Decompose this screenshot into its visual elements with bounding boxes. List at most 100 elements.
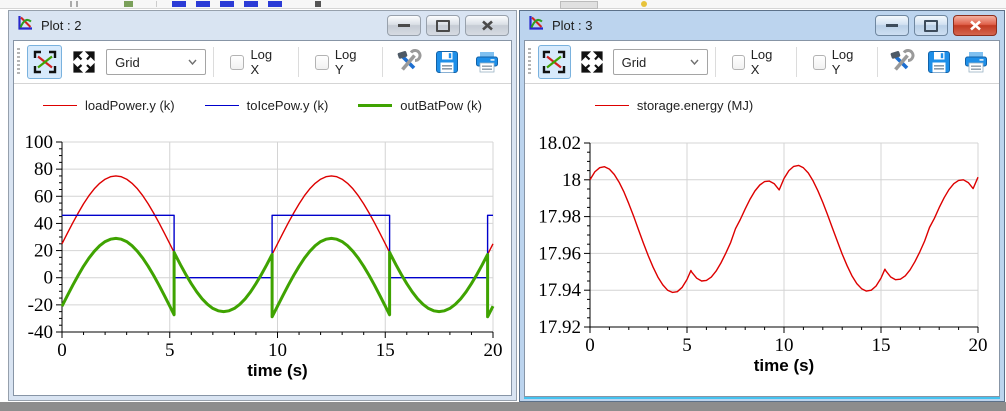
tools-icon	[887, 48, 915, 76]
toolbar-separator	[382, 47, 383, 77]
svg-text:60: 60	[34, 186, 53, 207]
svg-text:17.94: 17.94	[538, 280, 581, 301]
minimize-button[interactable]	[875, 15, 909, 36]
maximize-icon	[924, 20, 938, 32]
svg-text:20: 20	[484, 340, 503, 361]
log-y-checkbox[interactable]	[315, 55, 329, 70]
background-deco	[641, 1, 647, 7]
legend-item: loadPower.y (k)	[43, 98, 175, 113]
svg-text:0: 0	[585, 335, 595, 356]
background-deco	[70, 1, 72, 7]
svg-text:18: 18	[562, 170, 581, 191]
plot-toolbar: Grid Log X Log Y	[14, 41, 511, 84]
pan-button[interactable]	[66, 45, 102, 79]
svg-text:100: 100	[25, 132, 54, 153]
background-deco	[244, 1, 258, 7]
titlebar[interactable]: Plot : 2	[13, 11, 512, 40]
log-x-checkbox[interactable]	[732, 55, 745, 70]
window-title: Plot : 2	[41, 18, 380, 33]
grid-mode-select[interactable]: Grid	[106, 49, 206, 75]
plot-setup-button[interactable]	[884, 45, 918, 79]
plot-canvas[interactable]: 0510152017.9217.9417.9617.981818.02time …	[525, 128, 1001, 390]
close-button[interactable]	[465, 15, 509, 36]
background-window-sliver	[0, 0, 1006, 9]
toolbar-drag-handle[interactable]	[17, 48, 20, 76]
legend-item: toIcePow.y (k)	[205, 98, 329, 113]
pan-arrows-icon	[71, 49, 97, 75]
auto-scale-button[interactable]	[538, 45, 572, 79]
plot-window-3: Plot : 3	[519, 10, 1005, 402]
svg-text:5: 5	[682, 335, 692, 356]
maximize-button[interactable]	[426, 15, 460, 36]
save-button[interactable]	[922, 45, 956, 79]
plot-setup-button[interactable]	[390, 45, 426, 79]
log-x-label: Log X	[751, 47, 780, 77]
grid-mode-value: Grid	[622, 55, 647, 70]
chevron-down-icon	[690, 59, 699, 65]
maximize-button[interactable]	[914, 15, 948, 36]
plot-area: loadPower.y (k) toIcePow.y (k) outBatPow…	[14, 84, 511, 395]
app-plot-icon	[527, 14, 545, 37]
close-button[interactable]	[953, 15, 997, 36]
plot-area: storage.energy (MJ) 0510152017.9217.9417…	[525, 84, 999, 396]
background-deco	[315, 1, 321, 7]
printer-icon	[473, 48, 501, 76]
close-icon	[481, 20, 494, 31]
plot-toolbar: Grid Log X Log Y	[525, 41, 999, 84]
minimize-icon	[398, 24, 410, 27]
grid-mode-value: Grid	[115, 55, 140, 70]
minimize-button[interactable]	[387, 15, 421, 36]
toolbar-drag-handle[interactable]	[528, 48, 531, 76]
grid-mode-select[interactable]: Grid	[613, 49, 708, 75]
background-deco	[156, 1, 157, 7]
chevron-down-icon	[188, 59, 197, 65]
legend-line-sample	[595, 105, 629, 106]
desktop-background	[0, 402, 1006, 411]
svg-text:80: 80	[34, 159, 53, 180]
legend-line-sample	[43, 105, 77, 106]
svg-text:15: 15	[376, 340, 395, 361]
svg-text:0: 0	[44, 268, 54, 289]
auto-scale-icon	[32, 49, 58, 75]
legend-label: loadPower.y (k)	[85, 98, 175, 113]
svg-text:17.98: 17.98	[538, 207, 581, 228]
auto-scale-button[interactable]	[27, 45, 63, 79]
background-deco	[124, 1, 133, 7]
svg-text:0: 0	[57, 340, 67, 361]
plot-legend: storage.energy (MJ)	[437, 98, 911, 113]
log-x-checkbox[interactable]	[230, 55, 244, 70]
toolbar-separator	[715, 47, 716, 77]
titlebar[interactable]: Plot : 3	[524, 11, 1000, 40]
svg-text:time (s): time (s)	[754, 356, 814, 375]
background-deco	[196, 1, 210, 7]
log-y-label: Log Y	[832, 47, 861, 77]
save-button[interactable]	[430, 45, 466, 79]
pan-button[interactable]	[575, 45, 609, 79]
svg-text:17.92: 17.92	[538, 317, 581, 338]
print-button[interactable]	[469, 45, 505, 79]
toolbar-separator	[877, 47, 878, 77]
svg-text:-40: -40	[28, 322, 53, 343]
background-deco	[560, 1, 598, 9]
auto-scale-icon	[541, 49, 567, 75]
plot-canvas[interactable]: 05101520-40-20020406080100time (s)	[14, 128, 513, 390]
log-y-checkbox[interactable]	[813, 55, 826, 70]
pan-arrows-icon	[579, 49, 605, 75]
background-deco	[172, 1, 186, 7]
toolbar-separator	[213, 47, 214, 77]
svg-text:10: 10	[775, 335, 794, 356]
svg-text:5: 5	[165, 340, 175, 361]
legend-label: toIcePow.y (k)	[247, 98, 329, 113]
background-deco	[268, 1, 282, 7]
toolbar-separator	[298, 47, 299, 77]
legend-item: storage.energy (MJ)	[595, 98, 753, 113]
background-deco	[76, 1, 78, 7]
legend-label: storage.energy (MJ)	[637, 98, 753, 113]
legend-line-sample	[205, 105, 239, 106]
close-icon	[969, 20, 982, 31]
svg-text:15: 15	[872, 335, 891, 356]
print-button[interactable]	[959, 45, 993, 79]
svg-text:-20: -20	[28, 295, 53, 316]
legend-line-sample	[358, 104, 392, 107]
save-icon	[433, 48, 461, 76]
